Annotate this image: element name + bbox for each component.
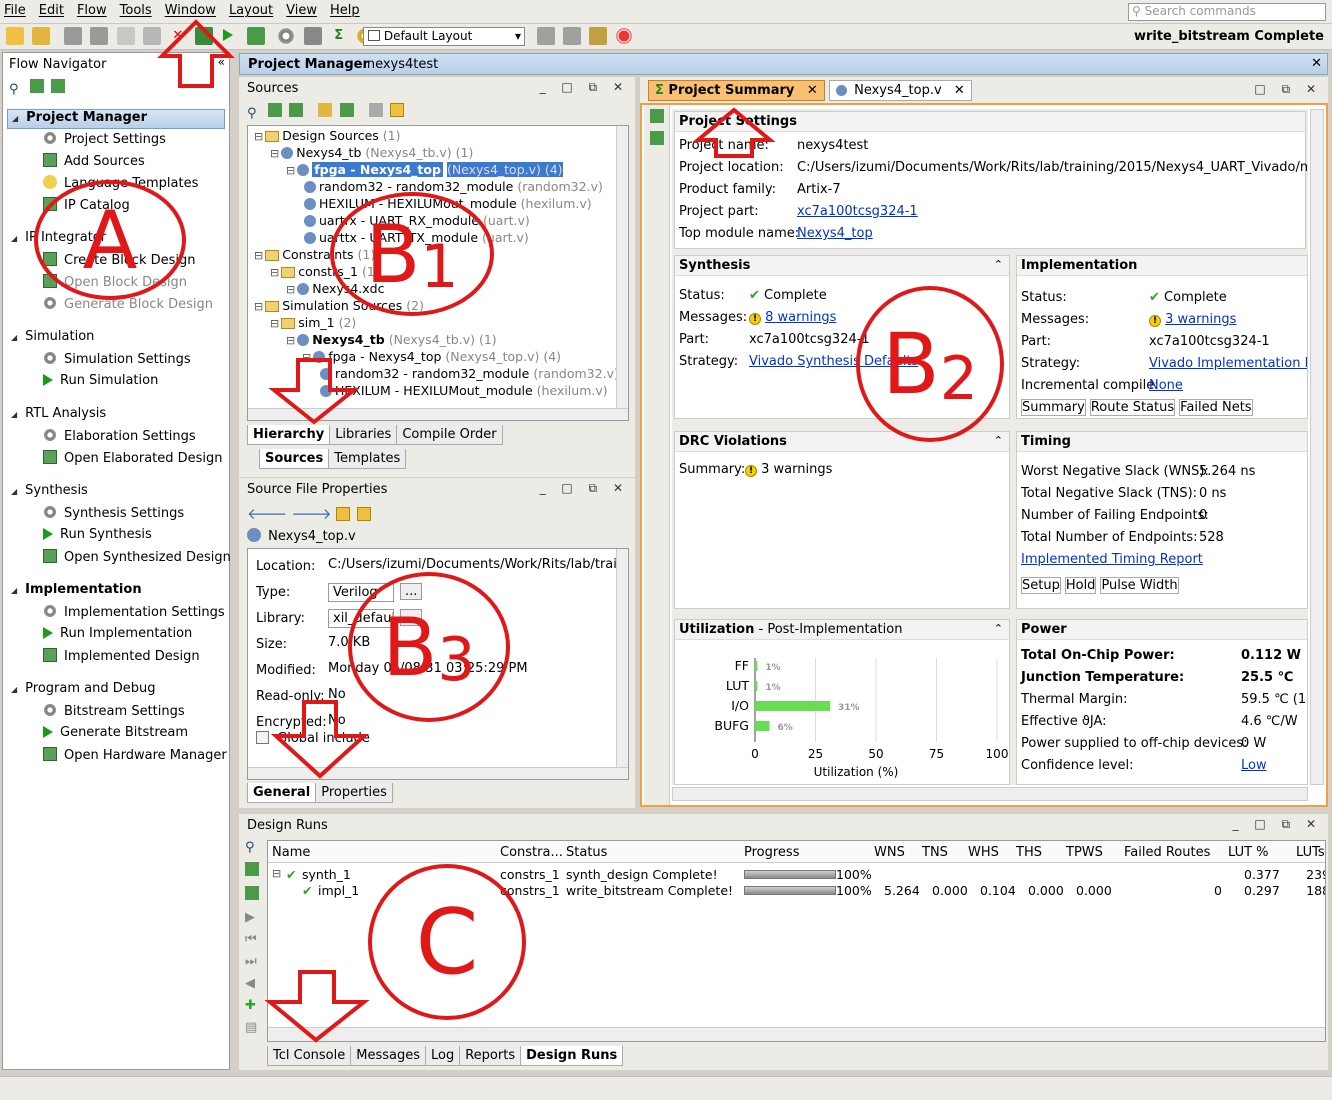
arrow-down-general [270, 700, 370, 779]
arrow-down-hierarchy [268, 358, 360, 425]
arrow-down-tcl [264, 970, 370, 1043]
annotation-arrows [157, 19, 776, 1043]
arrow-up-window [157, 19, 235, 88]
arrow-up-summary [692, 107, 776, 158]
